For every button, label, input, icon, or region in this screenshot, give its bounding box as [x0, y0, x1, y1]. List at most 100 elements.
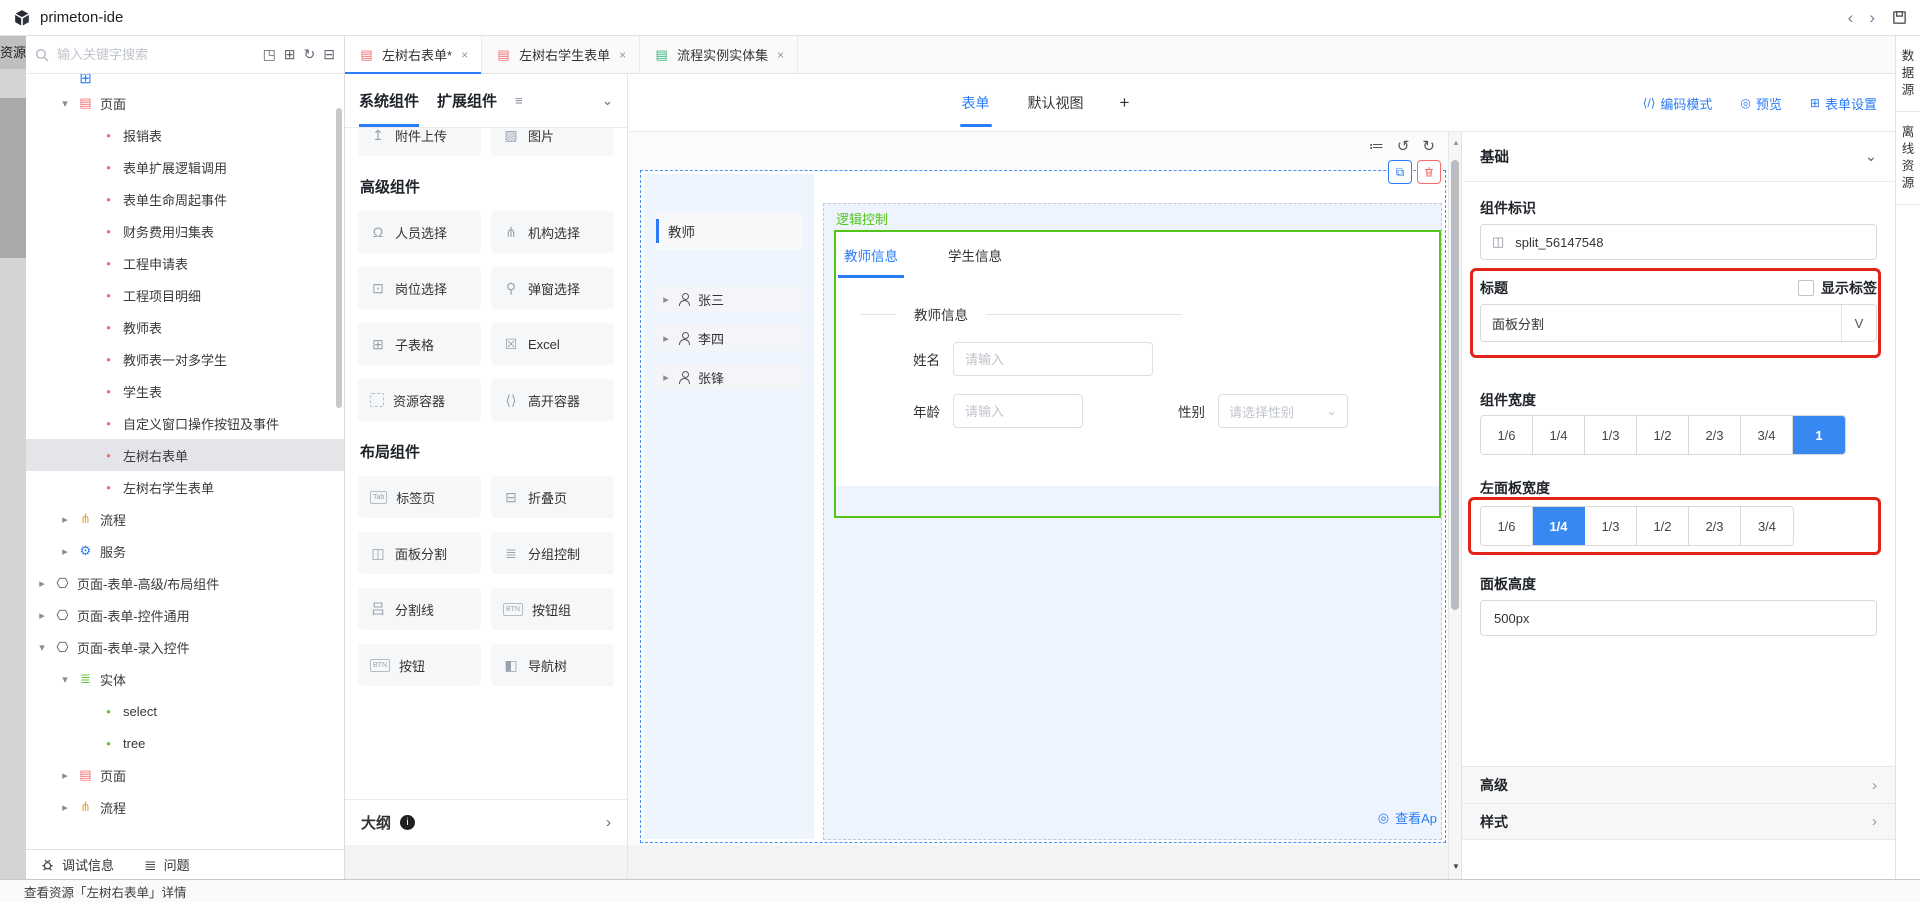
palette-item[interactable]: ⋔ 机构选择 [491, 211, 614, 253]
tree-item[interactable]: ● 财务费用归集表 [26, 215, 344, 247]
palette-item[interactable]: ◫ 面板分割 [358, 532, 481, 574]
file-tab[interactable]: ▤ 左树右学生表单 × [482, 36, 640, 73]
tab-form[interactable]: 表单 [960, 74, 992, 132]
tree-item[interactable]: ▸ ⎔ 页面-表单-高级/布局组件 [26, 567, 344, 599]
collapse-all-icon[interactable]: ⊟ [323, 46, 335, 63]
tree-item[interactable]: ● 表单扩展逻辑调用 [26, 151, 344, 183]
name-input[interactable] [953, 342, 1153, 376]
width-option[interactable]: 1 [1793, 416, 1845, 454]
palette-item[interactable]: BTN 按钮组 [491, 588, 614, 630]
tree-item[interactable]: ▾ ⎔ 页面-表单-录入控件 [26, 631, 344, 663]
tree-chevron-icon[interactable]: ▸ [59, 545, 71, 558]
palette-item[interactable]: Tab 标签页 [358, 476, 481, 518]
sidebar-scrollbar[interactable] [336, 108, 342, 408]
palette-item[interactable]: ↥ 附件上传 [358, 128, 481, 156]
palette-item[interactable]: ⟨⟩ 高开容器 [491, 379, 614, 421]
tree-item[interactable]: ▸ ⋔ 流程 [26, 791, 344, 823]
view-app-link[interactable]: ◎ 查看Ap [1378, 808, 1437, 827]
tree-item[interactable]: ▸ ⚙ 服务 [26, 535, 344, 567]
tree-chevron-icon[interactable]: ▸ [661, 293, 671, 306]
tree-chevron-icon[interactable]: ▸ [59, 513, 71, 526]
refresh-icon[interactable]: ↻ [304, 46, 316, 63]
title-variable-button[interactable]: V [1841, 305, 1876, 341]
file-tab[interactable]: ▤ 流程实例实体集 × [640, 36, 798, 73]
nav-back-icon[interactable]: ‹ [1848, 8, 1854, 28]
tab-teacher-info[interactable]: 教师信息 [838, 232, 904, 278]
title-input[interactable] [1481, 305, 1841, 341]
palette-item[interactable]: ⚲ 弹窗选择 [491, 267, 614, 309]
palette-item[interactable]: ▨ 图片 [491, 128, 614, 156]
tab-system-components[interactable]: 系统组件 [359, 74, 419, 127]
close-icon[interactable]: × [619, 48, 626, 62]
section-advanced[interactable]: 高级 › [1462, 766, 1895, 803]
new-folder-icon[interactable]: ⊞ [284, 46, 296, 63]
tree-item[interactable]: ▸ ⋔ 流程 [26, 503, 344, 535]
title-field[interactable]: V [1480, 304, 1877, 342]
tree-chevron-icon[interactable]: ▸ [36, 577, 48, 590]
component-id-input[interactable] [1513, 234, 1865, 251]
tree-chevron-icon[interactable]: ▸ [661, 371, 671, 384]
palette-item[interactable]: Ω 人员选择 [358, 211, 481, 253]
gender-select[interactable]: 请选择性别 ⌄ [1218, 394, 1348, 428]
delete-component-button[interactable] [1417, 160, 1441, 184]
tree-chevron-icon[interactable]: ▾ [59, 673, 71, 686]
tree-item[interactable]: ▾ ≣ 实体 [26, 663, 344, 695]
palette-item[interactable]: 吕 分割线 [358, 588, 481, 630]
width-option[interactable]: 1/3 [1585, 416, 1637, 454]
tree-item[interactable]: ▾ ▤ 页面 [26, 87, 344, 119]
palette-item[interactable]: ≣ 分组控制 [491, 532, 614, 574]
tree-item[interactable]: ● 表单生命周起事件 [26, 183, 344, 215]
teacher-tree-node[interactable]: ▸ 张锋 [656, 364, 802, 390]
width-option[interactable]: 1/2 [1637, 416, 1689, 454]
canvas-action-button[interactable]: ◎ 预览 [1740, 94, 1782, 113]
panel-height-input[interactable] [1492, 610, 1865, 627]
tab-extension-components[interactable]: 扩展组件 [437, 74, 497, 127]
close-icon[interactable]: × [777, 48, 784, 62]
redo-icon[interactable]: ↻ [1422, 137, 1435, 155]
left-width-option[interactable]: 1/6 [1481, 507, 1533, 545]
search-input[interactable] [55, 46, 257, 63]
teacher-tree-node[interactable]: ▸ 张三 [656, 286, 802, 312]
left-width-option[interactable]: 1/2 [1637, 507, 1689, 545]
nav-forward-icon[interactable]: › [1869, 8, 1875, 28]
width-option[interactable]: 2/3 [1689, 416, 1741, 454]
canvas-action-button[interactable]: ⊞ 表单设置 [1810, 94, 1877, 113]
outline-tree-icon[interactable]: ≔ [1369, 137, 1384, 155]
tree-chevron-icon[interactable]: ▾ [59, 97, 71, 110]
file-tab[interactable]: ▤ 左树右表单* × [345, 36, 482, 73]
close-icon[interactable]: × [461, 48, 468, 62]
palette-item[interactable]: 资源容器 [358, 379, 481, 421]
right-rail-tab[interactable]: 离线资源 [1896, 112, 1920, 205]
left-width-option[interactable]: 1/3 [1585, 507, 1637, 545]
tree-chevron-icon[interactable]: ▾ [36, 641, 48, 654]
tree-item[interactable]: ⊞ [26, 74, 344, 87]
panel-height-field[interactable] [1480, 600, 1877, 636]
scrollbar-thumb[interactable] [1451, 160, 1459, 610]
width-option[interactable]: 1/6 [1481, 416, 1533, 454]
tree-item[interactable]: ● 左树右表单 [26, 439, 344, 471]
tree-item[interactable]: ▸ ▤ 页面 [26, 759, 344, 791]
tree-item[interactable]: ● 工程申请表 [26, 247, 344, 279]
width-option[interactable]: 1/4 [1533, 416, 1585, 454]
add-view-button[interactable]: + [1120, 93, 1130, 113]
show-label-checkbox[interactable] [1798, 280, 1814, 296]
props-section-basic[interactable]: 基础 ⌄ [1462, 132, 1895, 182]
tree-item[interactable]: ● select [26, 695, 344, 727]
component-id-field[interactable]: ◫ [1480, 224, 1877, 260]
left-width-option[interactable]: 2/3 [1689, 507, 1741, 545]
left-rail-scrollbar[interactable] [0, 98, 26, 258]
tree-chevron-icon[interactable]: ▸ [59, 769, 71, 782]
tree-item[interactable]: ● 学生表 [26, 375, 344, 407]
left-width-option[interactable]: 3/4 [1741, 507, 1793, 545]
palette-menu-icon[interactable]: ≡ [515, 93, 523, 108]
tree-chevron-icon[interactable]: ▸ [36, 609, 48, 622]
palette-item[interactable]: BTN 按钮 [358, 644, 481, 686]
palette-item[interactable]: ⊟ 折叠页 [491, 476, 614, 518]
tree-item[interactable]: ● 教师表一对多学生 [26, 343, 344, 375]
canvas-action-button[interactable]: ⟨/⟩ 编码模式 [1643, 94, 1713, 113]
tab-student-info[interactable]: 学生信息 [942, 232, 1008, 278]
split-panel-component[interactable]: 教师 ▸ 张三 ▸ 李四 [640, 170, 1446, 843]
chevron-right-icon[interactable]: › [1872, 813, 1877, 830]
palette-item[interactable]: ⊡ 岗位选择 [358, 267, 481, 309]
section-style[interactable]: 样式 › [1462, 803, 1895, 840]
